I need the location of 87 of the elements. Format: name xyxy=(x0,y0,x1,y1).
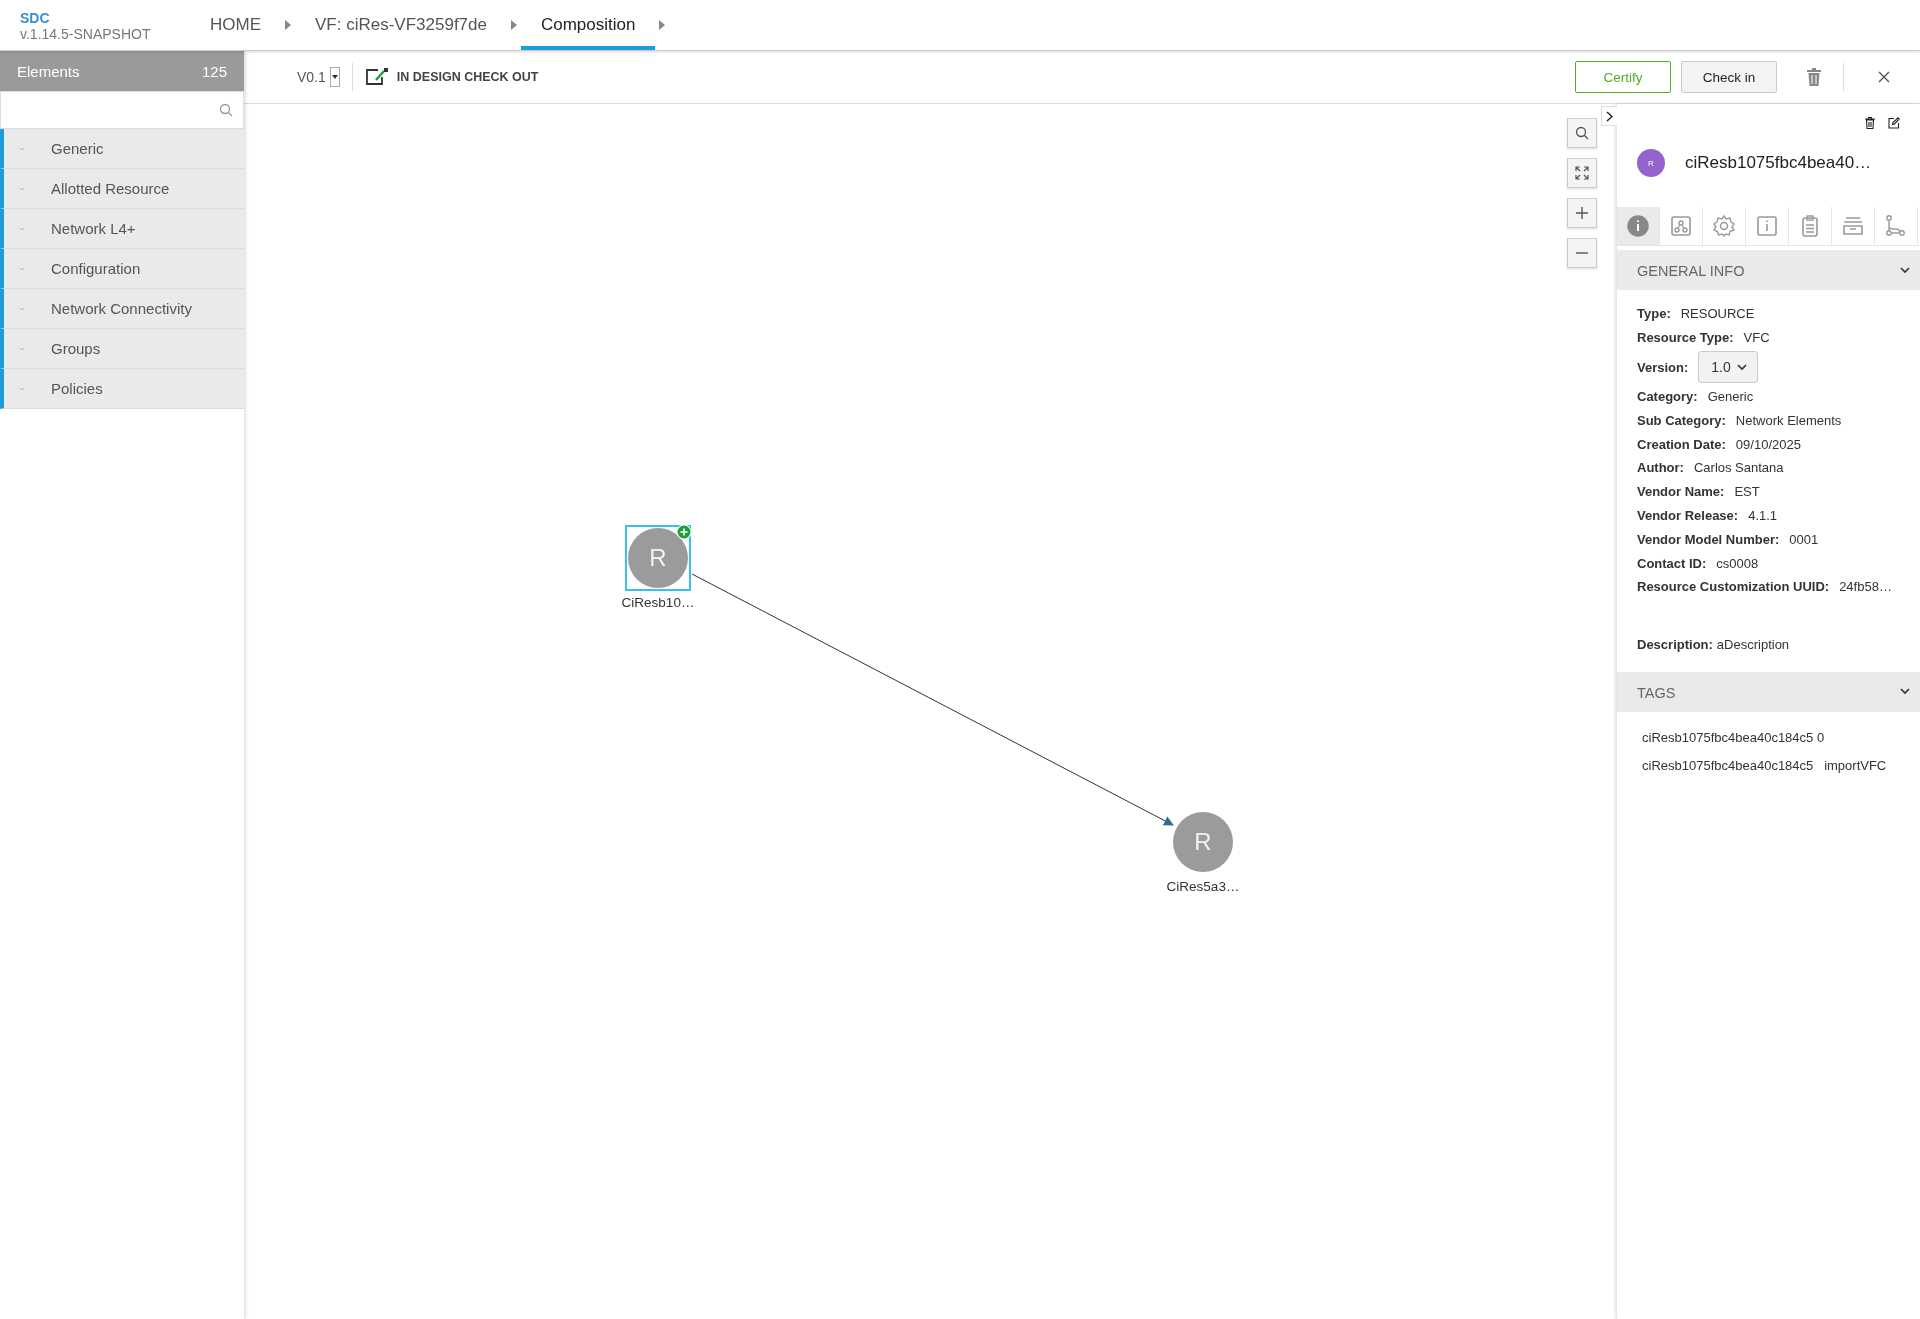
tag-text: ciResb1075fbc4bea40c184c5 importVFC xyxy=(1642,757,1888,773)
field-label: Description: xyxy=(1637,636,1713,652)
search-icon xyxy=(219,103,233,117)
app-version: v.1.14.5-SNAPSHOT xyxy=(20,26,152,42)
field-value: Network Elements xyxy=(1735,412,1842,428)
info-icon xyxy=(1626,214,1650,238)
field-label: Contact ID: xyxy=(1637,555,1707,571)
chevron-icon xyxy=(19,186,25,191)
chevron-icon xyxy=(1736,363,1747,371)
breadcrumb-tab[interactable]: VF: ciRes-VF3259f7de xyxy=(295,0,507,50)
trash-icon xyxy=(1807,68,1821,86)
caret-icon xyxy=(285,20,291,30)
category-item[interactable]: Generic xyxy=(0,129,244,169)
field-value: EST xyxy=(1734,484,1760,500)
field-label: Creation Date: xyxy=(1637,436,1726,452)
field-value: Generic xyxy=(1707,389,1754,404)
info-tab[interactable] xyxy=(1617,207,1660,245)
breadcrumb-tab[interactable]: HOME xyxy=(190,0,281,50)
category-item[interactable]: Network L4+ xyxy=(0,209,244,249)
field-label: Resource Customization UUID: xyxy=(1637,579,1830,595)
checkin-button[interactable]: Check in xyxy=(1681,61,1777,93)
plus-icon xyxy=(1576,207,1588,219)
resource-avatar: R xyxy=(1637,149,1665,177)
chevron-icon xyxy=(19,346,25,351)
chevron-icon xyxy=(19,386,25,391)
field-value: aDescription xyxy=(1716,636,1790,652)
chevron-icon xyxy=(19,226,25,231)
caret-icon xyxy=(331,75,338,79)
field-label: Sub Category: xyxy=(1637,412,1726,428)
field-value: VFC xyxy=(1743,330,1770,346)
palette-title: Elements xyxy=(17,62,80,80)
resource-title: ciResb1075fbc4bea40… xyxy=(1685,153,1872,173)
field-value: cs0008 xyxy=(1716,555,1759,571)
field-value: RESOURCE xyxy=(1680,306,1755,322)
zoom-in-button[interactable] xyxy=(1567,198,1597,228)
network-icon xyxy=(1669,214,1693,238)
branch-icon xyxy=(1884,214,1908,238)
node-label: CiRes5a3… xyxy=(1166,879,1240,894)
category-item[interactable]: Network Connectivity xyxy=(0,289,244,329)
collapse-button[interactable] xyxy=(1601,106,1617,126)
field-label: Resource Type: xyxy=(1637,330,1734,346)
chevron-icon xyxy=(19,266,25,271)
chevron-icon xyxy=(19,146,25,151)
caret-icon xyxy=(659,20,666,30)
field-label: Vendor Name: xyxy=(1637,484,1725,500)
chevron-icon xyxy=(1606,110,1613,122)
tray-icon xyxy=(1841,214,1865,238)
field-label: Author: xyxy=(1637,460,1684,476)
section-header[interactable]: TAGS xyxy=(1617,671,1920,712)
field-value: 4.1.1 xyxy=(1748,507,1778,523)
chevron-icon xyxy=(19,306,25,311)
delete-icon[interactable] xyxy=(1865,117,1875,129)
field-label: Vendor Model Number: xyxy=(1637,531,1780,547)
category-item[interactable]: Configuration xyxy=(0,249,244,289)
tag-text: ciResb1075fbc4bea40c184c5 0 xyxy=(1642,729,1826,745)
close-icon xyxy=(1878,71,1890,83)
field-label: Category: xyxy=(1637,389,1698,404)
lifecycle-status: IN DESIGN CHECK OUT xyxy=(396,70,539,84)
field-value: 24fb58… xyxy=(1839,579,1892,595)
edit-icon[interactable] xyxy=(1888,117,1900,129)
field-label: Version: xyxy=(1637,359,1689,375)
zoom-out-button[interactable] xyxy=(1567,238,1597,268)
version-select[interactable]: V0.1 xyxy=(297,67,340,87)
caret-icon xyxy=(510,20,517,30)
element-count: 125 xyxy=(201,62,227,80)
version-dropdown[interactable]: 1.0 xyxy=(1698,351,1758,384)
field-value: 0001 xyxy=(1789,531,1819,547)
search-field[interactable] xyxy=(0,91,244,129)
category-item[interactable]: Allotted Resource xyxy=(0,169,244,209)
gear-icon xyxy=(1712,214,1736,238)
node-label: CiResb10… xyxy=(621,595,695,610)
field-label: Type: xyxy=(1637,306,1671,322)
plus-icon[interactable] xyxy=(676,524,692,540)
category-item[interactable]: Policies xyxy=(0,369,244,409)
app-name: SDC xyxy=(20,10,51,26)
expand-icon xyxy=(1575,166,1589,180)
field-label: Vendor Release: xyxy=(1637,507,1739,523)
info-icon xyxy=(1755,214,1779,238)
fit-screen-button[interactable] xyxy=(1567,158,1597,188)
checkout-icon xyxy=(364,68,389,86)
field-value: 09/10/2025 xyxy=(1735,436,1801,452)
field-value: Carlos Santana xyxy=(1693,460,1784,476)
search-icon xyxy=(1575,126,1589,140)
search-button[interactable] xyxy=(1567,118,1597,148)
section-header[interactable]: GENERAL INFO xyxy=(1617,250,1920,290)
category-item[interactable]: Groups xyxy=(0,329,244,369)
breadcrumb-tab[interactable]: Composition xyxy=(520,0,656,50)
